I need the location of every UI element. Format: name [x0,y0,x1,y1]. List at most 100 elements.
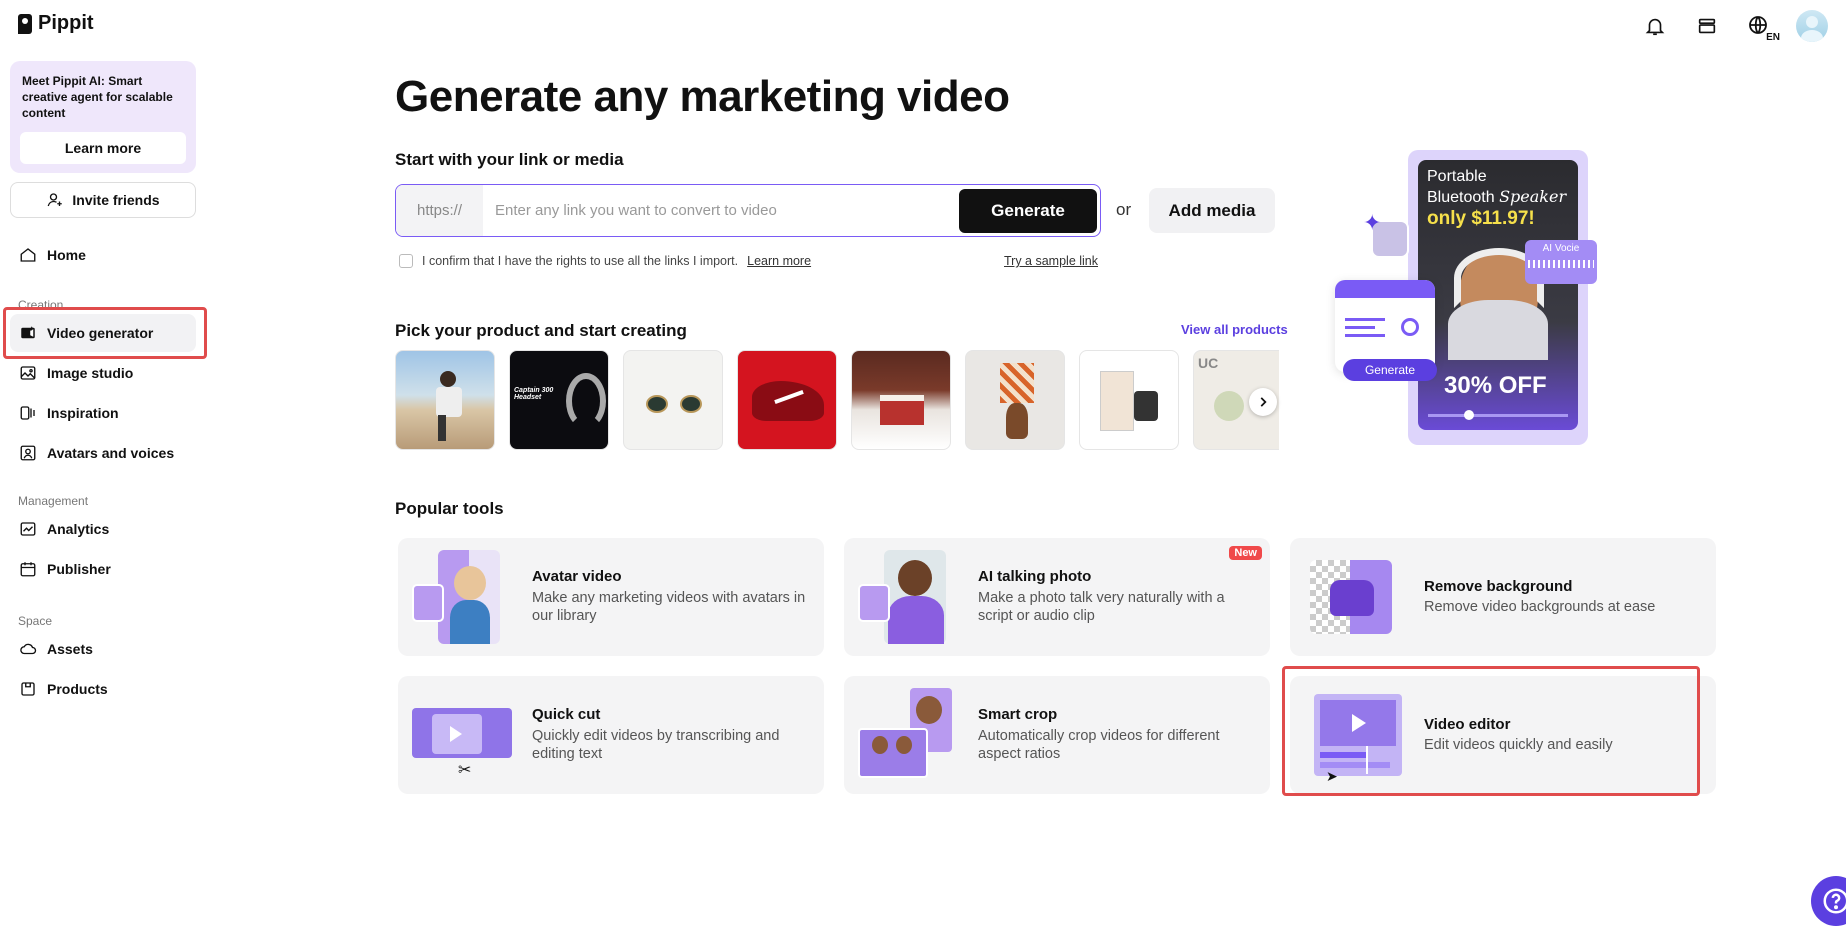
or-label: or [1116,200,1132,219]
smart-crop-thumbnail [858,688,962,782]
bell-icon[interactable] [1640,11,1670,41]
product-thumbnails: Captain 300 Headset UC [395,350,1279,451]
view-all-products-link[interactable]: View all products [1181,322,1288,337]
hero-illustration: Portable Bluetooth Speaker only $11.97! … [1335,150,1635,445]
language-label: EN [1766,32,1780,43]
app-name: Pippit [38,12,94,34]
help-icon[interactable] [1811,876,1846,926]
tool-desc: Automatically crop videos for different … [978,728,1220,762]
sidebar-item-label: Inspiration [47,405,119,421]
tool-title: Quick cut [532,706,601,723]
header-actions: EN [1640,10,1828,43]
tool-title: Avatar video [532,568,622,585]
layers-icon[interactable] [1692,11,1722,41]
tool-card-avatar-video[interactable]: Avatar video Make any marketing videos w… [398,538,824,656]
sidebar-item-publisher[interactable]: Publisher [10,550,196,588]
popular-tools-title: Popular tools [395,499,504,518]
tool-desc: Make a photo talk very naturally with a … [978,590,1225,624]
new-badge: New [1229,546,1262,560]
hero-price: only $11.97! [1427,208,1535,229]
chevron-right-icon[interactable] [1249,388,1277,416]
cursor-icon: ➤ [1326,768,1338,784]
play-icon [1352,714,1366,732]
product-thumb-cake[interactable] [851,350,951,450]
sidebar-item-products[interactable]: Products [10,670,196,708]
sidebar-item-label: Home [47,247,86,263]
sidebar-item-image-studio[interactable]: Image studio [10,354,196,392]
product-thumb-beach[interactable] [395,350,495,450]
sample-link[interactable]: Try a sample link [1004,254,1098,268]
home-icon [19,246,37,264]
tool-title: Remove background [1424,578,1573,595]
hero-headline-3: Speaker [1499,187,1567,206]
sparkle-icon: ✦ [1363,210,1382,235]
sidebar-item-label: Analytics [47,521,110,537]
avatar-video-thumbnail [412,550,516,644]
tool-card-smart-crop[interactable]: Smart crop Automatically crop videos for… [844,676,1270,794]
product-thumb-headset[interactable]: Captain 300 Headset [509,350,609,450]
confirm-checkbox[interactable] [399,254,413,268]
sidebar-item-home[interactable]: Home [10,236,196,274]
tool-card-remove-background[interactable]: Remove background Remove video backgroun… [1290,538,1716,656]
confirm-text: I confirm that I have the rights to use … [422,254,739,268]
sidebar-item-label: Video generator [47,325,154,341]
sidebar-item-video-generator[interactable]: Video generator [10,314,196,352]
products-title: Pick your product and start creating [395,321,687,340]
sidebar-item-label: Publisher [47,561,111,577]
quick-cut-thumbnail: ✂ [412,688,516,782]
tool-desc: Remove video backgrounds at ease [1424,599,1656,615]
sidebar-item-assets[interactable]: Assets [10,630,196,668]
sidebar-item-analytics[interactable]: Analytics [10,510,196,548]
url-prefix: https:// [396,185,483,236]
sidebar-item-label: Assets [47,641,93,657]
tool-desc: Quickly edit videos by transcribing and … [532,728,780,762]
sidebar-item-inspiration[interactable]: Inspiration [10,394,196,432]
sidebar-item-label: Products [47,681,108,697]
invite-friends-button[interactable]: Invite friends [10,182,196,218]
scissors-icon: ✂ [458,762,472,779]
sidebar-item-avatars-voices[interactable]: Avatars and voices [10,434,196,472]
link-section-title: Start with your link or media [395,150,624,169]
tool-desc: Make any marketing videos with avatars i… [532,590,806,624]
add-media-button[interactable]: Add media [1149,188,1275,233]
calendar-icon [19,560,37,578]
sidebar-item-label: Image studio [47,365,134,381]
section-management: Management [18,494,89,508]
cloud-icon [19,640,37,658]
tool-card-quick-cut[interactable]: ✂ Quick cut Quickly edit videos by trans… [398,676,824,794]
ai-talking-photo-thumbnail [858,550,962,644]
tool-title: Smart crop [978,706,1058,723]
remove-background-thumbnail [1304,550,1408,644]
tool-card-video-editor[interactable]: ➤ Video editor Edit videos quickly and e… [1290,676,1716,794]
link-input[interactable] [483,185,959,236]
section-space: Space [18,614,53,628]
avatars-icon [19,444,37,462]
video-editor-thumbnail: ➤ [1304,688,1408,784]
learn-more-button[interactable]: Learn more [20,132,186,164]
section-creation: Creation [18,298,64,312]
add-user-icon [46,191,64,209]
pippit-logo[interactable]: Pippit [18,12,94,35]
hero-headline-1: Portable [1427,168,1487,185]
tool-desc: Edit videos quickly and easily [1424,737,1613,753]
logo-icon [18,13,32,34]
product-thumb-tea[interactable] [1079,350,1179,450]
hero-discount: 30% OFF [1444,372,1547,399]
product-thumb-sneaker[interactable] [737,350,837,450]
generate-button[interactable]: Generate [959,188,1097,233]
image-studio-icon [19,364,37,382]
globe-icon[interactable]: EN [1744,11,1780,43]
play-icon [450,726,462,742]
tool-card-ai-talking-photo[interactable]: New AI talking photo Make a photo talk v… [844,538,1270,656]
sidebar-item-label: Avatars and voices [47,445,175,461]
promo-card: Meet Pippit AI: Smart creative agent for… [10,61,196,173]
product-thumb-sunglasses[interactable] [623,350,723,450]
ai-voice-label: AI Vocie [1542,243,1580,254]
avatar[interactable] [1796,10,1828,42]
product-thumb-lamp[interactable] [965,350,1065,450]
confirm-learn-more-link[interactable]: Learn more [747,254,811,268]
link-icon [1401,318,1419,336]
hero-headline-2: Bluetooth [1427,189,1495,206]
hero-generate-pill: Generate [1343,359,1437,381]
analytics-icon [19,520,37,538]
